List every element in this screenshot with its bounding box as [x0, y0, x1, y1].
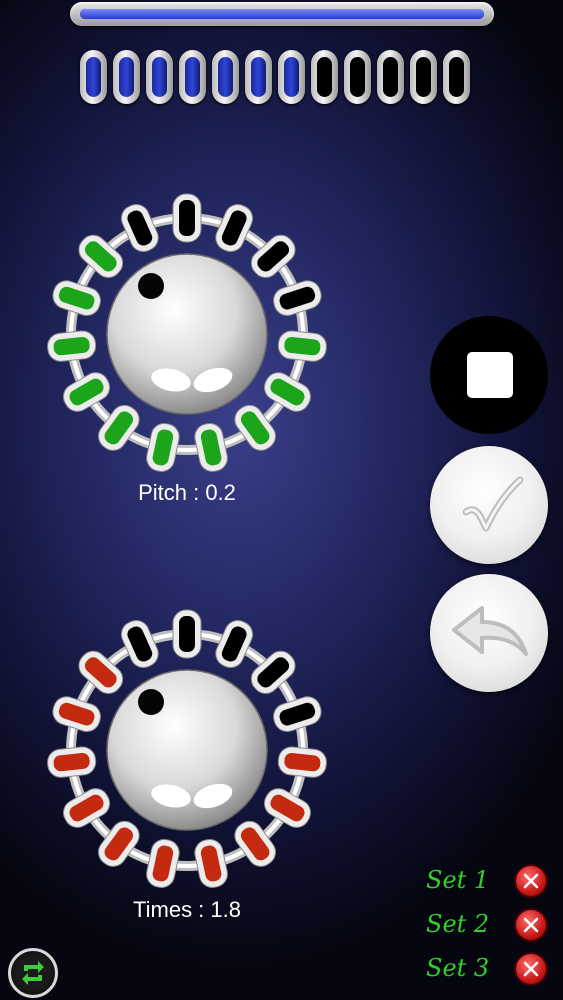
led-pill [80, 50, 107, 104]
progress-fill [80, 9, 484, 19]
knob-segment [63, 372, 111, 412]
led-pill [212, 50, 239, 104]
set-row-1: Set 1 [420, 862, 560, 902]
knob-segment [120, 620, 159, 668]
set-load-button[interactable]: Set 3 [426, 954, 510, 982]
knob-segment [47, 746, 97, 778]
pitch-graphic [47, 193, 327, 472]
knob-segment [172, 609, 202, 659]
led-pill [344, 50, 371, 104]
led-pill [410, 50, 437, 104]
knob-segment [63, 788, 111, 828]
knob-segment [277, 746, 327, 778]
rotate-icon [22, 961, 44, 985]
close-circle-icon [523, 873, 539, 889]
close-circle-icon [523, 917, 539, 933]
knob-body [106, 669, 268, 831]
back-button[interactable] [430, 574, 548, 692]
set-delete-button[interactable] [516, 954, 546, 984]
set-load-button[interactable]: Set 1 [426, 866, 510, 894]
set-load-button[interactable]: Set 2 [426, 910, 510, 938]
rotate-button[interactable] [8, 948, 58, 998]
knob-segment [194, 422, 228, 472]
led-pill [377, 50, 404, 104]
progress-bar [70, 2, 494, 26]
led-pill [311, 50, 338, 104]
knob-segment [263, 788, 311, 828]
knob-segment [263, 372, 311, 412]
led-pill [113, 50, 140, 104]
led-pill [443, 50, 470, 104]
set-row-3: Set 3 [420, 950, 560, 990]
knob-segment [120, 204, 159, 252]
knob-segment [172, 193, 202, 243]
back-arrow-icon [452, 606, 528, 656]
set-delete-button[interactable] [516, 866, 546, 896]
knob-segment [146, 838, 180, 888]
checkmark-icon [462, 476, 524, 532]
led-pill [179, 50, 206, 104]
led-pill [278, 50, 305, 104]
knob-segment [215, 620, 254, 668]
knob-indicator [138, 273, 164, 299]
set-row-2: Set 2 [420, 906, 560, 946]
stop-icon [467, 352, 513, 398]
knob-segment [52, 696, 101, 733]
knob-segment [47, 330, 97, 362]
knob-segment [52, 280, 101, 317]
times-label: Times : 1.8 [133, 897, 241, 922]
close-circle-icon [523, 961, 539, 977]
knob-segment [194, 838, 228, 888]
confirm-button[interactable] [430, 446, 548, 564]
knob-body [106, 253, 268, 415]
set-delete-button[interactable] [516, 910, 546, 940]
knob-segment [146, 422, 180, 472]
pitch-label: Pitch : 0.2 [138, 480, 236, 505]
knob-segment [273, 696, 322, 733]
times-graphic [47, 609, 327, 888]
knob-indicator [138, 689, 164, 715]
pitch-knob[interactable] [37, 184, 337, 484]
led-pill [146, 50, 173, 104]
led-indicator-row [80, 50, 470, 104]
stop-button[interactable] [430, 316, 548, 434]
knob-segment [215, 204, 254, 252]
times-knob[interactable] [37, 600, 337, 900]
knob-segment [277, 330, 327, 362]
knob-segment [273, 280, 322, 317]
led-pill [245, 50, 272, 104]
